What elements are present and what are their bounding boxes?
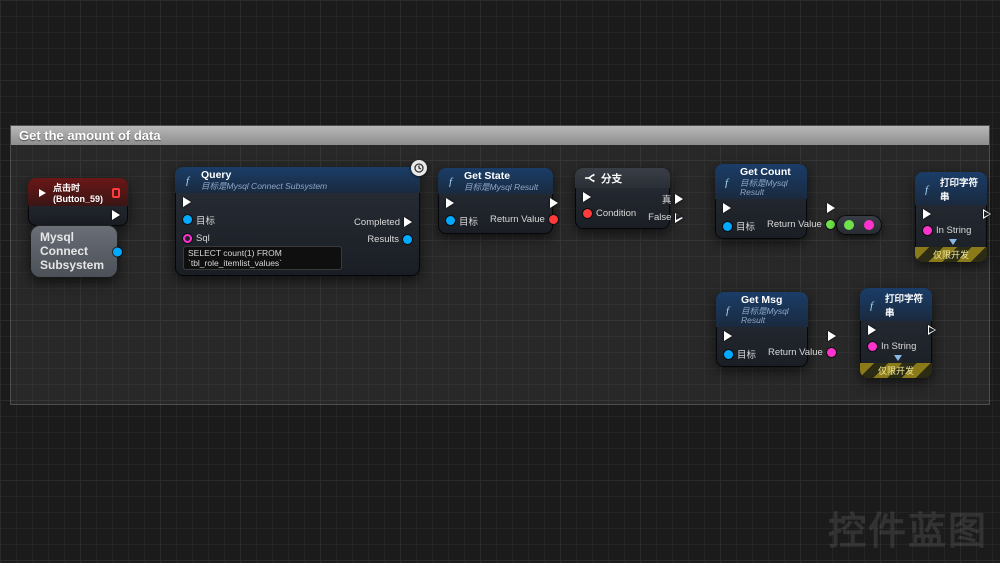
exec-out[interactable] <box>550 198 558 208</box>
exec-out[interactable] <box>828 331 836 341</box>
target-in[interactable]: 目标 <box>183 213 215 227</box>
branch-title: 分支 <box>601 171 622 186</box>
svg-text:f: f <box>449 176 454 187</box>
comment-title[interactable]: Get the amount of data <box>11 126 989 145</box>
watermark-text: 控件蓝图 <box>828 500 988 555</box>
results-out[interactable]: Results <box>367 234 412 245</box>
return-out[interactable]: Return Value <box>490 214 558 225</box>
completed-out[interactable]: Completed <box>354 217 412 228</box>
target-in[interactable]: 目标 <box>724 347 756 361</box>
getcount-title: Get Count <box>740 167 799 179</box>
getstate-subtitle: 目标是Mysql Result <box>464 183 538 192</box>
exec-out[interactable] <box>827 203 835 213</box>
query-title: Query <box>201 170 327 182</box>
exec-out[interactable] <box>983 209 991 219</box>
branch-node[interactable]: 分支 Condition 真 False <box>575 168 670 229</box>
function-icon: f <box>723 176 735 189</box>
condition-in[interactable]: Condition <box>583 208 636 219</box>
svg-text:f: f <box>725 177 730 188</box>
var-line2: Connect <box>40 245 104 259</box>
conversion-node[interactable] <box>836 215 882 235</box>
variable-get-mysql-subsystem[interactable]: Mysql Connect Subsystem <box>30 225 118 278</box>
query-node[interactable]: f Query 目标是Mysql Connect Subsystem 目标 Sq… <box>175 167 420 276</box>
exec-out[interactable] <box>928 325 936 335</box>
instring-in[interactable]: In String <box>868 341 916 352</box>
function-icon: f <box>923 183 935 196</box>
getstate-node[interactable]: f Get State 目标是Mysql Result 目标 Return Va… <box>438 168 553 234</box>
svg-text:f: f <box>186 175 191 186</box>
function-icon: f <box>446 175 459 188</box>
return-out[interactable]: Return Value <box>767 219 835 230</box>
exec-in[interactable] <box>446 198 454 208</box>
exec-in[interactable] <box>923 209 931 219</box>
expand-arrow-icon[interactable] <box>949 239 957 245</box>
getmsg-node[interactable]: f Get Msg 目标是Mysql Result 目标 Return Valu… <box>716 292 808 367</box>
printstring-node-2[interactable]: f 打印字符串 In String 仅限开发 <box>860 288 932 378</box>
exec-in[interactable] <box>724 331 732 341</box>
print2-title: 打印字符串 <box>885 291 924 319</box>
dev-only-stripe: 仅限开发 <box>860 363 932 378</box>
getcount-subtitle: 目标是Mysql Result <box>740 179 799 198</box>
latent-clock-icon <box>411 160 427 176</box>
svg-text:f: f <box>726 305 731 316</box>
svg-text:f: f <box>925 184 930 195</box>
instring-in[interactable]: In String <box>923 225 971 236</box>
return-out[interactable]: Return Value <box>768 347 836 358</box>
convert-out[interactable] <box>864 220 874 230</box>
event-node-onclicked[interactable]: 点击时 (Button_59) <box>28 178 128 226</box>
function-icon: f <box>868 299 880 312</box>
event-icon <box>36 186 48 199</box>
print1-title: 打印字符串 <box>940 175 979 203</box>
getmsg-title: Get Msg <box>741 295 800 307</box>
getcount-node[interactable]: f Get Count 目标是Mysql Result 目标 Return Va… <box>715 164 807 239</box>
branch-icon <box>583 172 596 185</box>
delegate-pin[interactable] <box>112 188 120 198</box>
target-in[interactable]: 目标 <box>723 219 755 233</box>
exec-in[interactable] <box>868 325 876 335</box>
blueprint-canvas[interactable]: Get the amount of data 点击时 (Button_59) M… <box>0 0 1000 563</box>
query-subtitle: 目标是Mysql Connect Subsystem <box>201 182 327 191</box>
convert-in[interactable] <box>844 220 854 230</box>
printstring-node-1[interactable]: f 打印字符串 In String 仅限开发 <box>915 172 987 262</box>
function-icon: f <box>183 174 196 187</box>
true-out[interactable]: 真 <box>662 192 684 206</box>
var-out-pin[interactable] <box>113 247 122 256</box>
comment-box[interactable]: Get the amount of data <box>10 125 990 405</box>
getstate-title: Get State <box>464 171 538 183</box>
exec-out[interactable] <box>112 210 120 220</box>
expand-arrow-icon[interactable] <box>894 355 902 361</box>
svg-text:f: f <box>870 300 875 311</box>
exec-in[interactable] <box>183 197 191 207</box>
var-line1: Mysql <box>40 231 104 245</box>
getmsg-subtitle: 目标是Mysql Result <box>741 307 800 326</box>
function-icon: f <box>724 304 736 317</box>
exec-in[interactable] <box>723 203 731 213</box>
target-in[interactable]: 目标 <box>446 214 478 228</box>
false-out[interactable]: False <box>648 212 683 223</box>
var-line3: Subsystem <box>40 259 104 273</box>
dev-only-stripe: 仅限开发 <box>915 247 987 262</box>
exec-in[interactable] <box>583 192 591 202</box>
sql-in[interactable]: Sql <box>183 233 342 244</box>
event-title: 点击时 (Button_59) <box>53 181 107 204</box>
sql-textbox[interactable]: SELECT count(1) FROM `tbl_role_itemlist_… <box>183 246 342 270</box>
